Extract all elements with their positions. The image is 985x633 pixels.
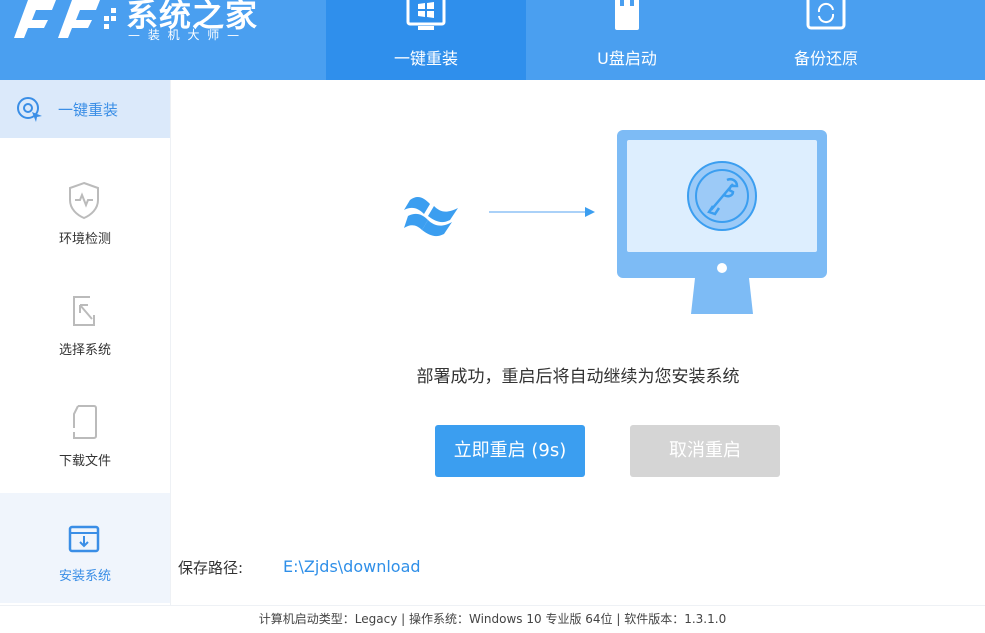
computer-repair-illustration <box>617 130 827 314</box>
cancel-restart-button[interactable]: 取消重启 <box>630 425 780 477</box>
sidebar-item-label: 一键重装 <box>58 101 119 119</box>
sidebar-item-select-system[interactable]: 选择系统 <box>0 267 170 377</box>
sidebar: 一键重装 环境检测 选择系统 下载文件 安装系统 <box>0 80 171 605</box>
sidebar-item-download-files[interactable]: 下载文件 <box>0 378 170 488</box>
sidebar-item-environment-check[interactable]: 环境检测 <box>0 156 170 266</box>
tab-label: 一键重装 <box>393 49 458 68</box>
sidebar-item-install-system[interactable]: 安装系统 <box>0 493 170 603</box>
file-download-icon <box>73 405 97 439</box>
brand-subtitle: — 装 机 大 师 — <box>128 28 242 42</box>
tab-usb-boot[interactable]: U盘启动 <box>527 0 727 80</box>
status-footer: 计算机启动类型：Legacy | 操作系统：Windows 10 专业版 64位… <box>0 605 985 633</box>
sidebar-item-label: 下载文件 <box>58 454 111 469</box>
restore-icon <box>806 0 846 30</box>
sidebar-item-label: 环境检测 <box>58 232 111 247</box>
sidebar-item-one-key-reinstall[interactable]: 一键重装 <box>0 80 170 138</box>
top-header: 系统之家 — 装 机 大 师 — 一键重装 U盘启动 备份还原 <box>0 0 985 80</box>
save-path-label: 保存路径: <box>178 559 244 577</box>
tab-label: 备份还原 <box>793 49 858 68</box>
monitor-windows-icon <box>406 0 446 30</box>
select-arrow-icon <box>73 296 95 326</box>
sidebar-item-label: 安装系统 <box>58 569 111 584</box>
usb-drive-icon <box>615 0 639 30</box>
brand-logo-icon <box>14 0 116 38</box>
tab-label: U盘启动 <box>597 49 657 68</box>
save-path-link[interactable]: E:\Zjds\download <box>283 557 421 576</box>
restart-now-button[interactable]: 立即重启 (9s) <box>435 425 585 477</box>
refresh-cursor-icon <box>17 97 42 122</box>
sidebar-item-label: 选择系统 <box>58 343 111 358</box>
tab-one-key-reinstall[interactable]: 一键重装 <box>326 0 526 80</box>
tab-backup-restore[interactable]: 备份还原 <box>726 0 926 80</box>
windows-logo-icon <box>404 197 458 237</box>
deploy-status-message: 部署成功，重启后将自动继续为您安装系统 <box>416 367 740 387</box>
install-box-icon <box>68 525 100 553</box>
brand-logo: 系统之家 — 装 机 大 师 — <box>0 0 300 80</box>
shield-pulse-icon <box>69 181 99 220</box>
main-content: 部署成功，重启后将自动继续为您安装系统 立即重启 (9s) 取消重启 保存路径:… <box>171 80 985 605</box>
progress-arrow-icon <box>489 207 595 217</box>
